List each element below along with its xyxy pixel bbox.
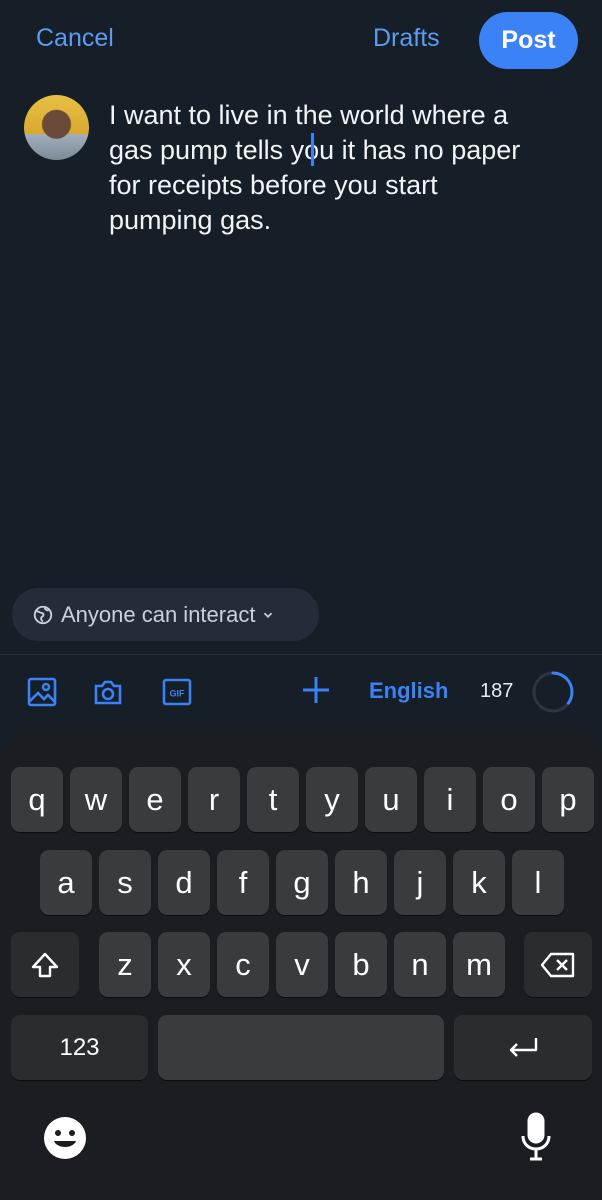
key-t[interactable]: t xyxy=(247,767,299,832)
backspace-key[interactable] xyxy=(524,932,592,997)
drafts-button[interactable]: Drafts xyxy=(373,24,440,53)
on-screen-keyboard: q w e r t y u i o p a s d f g h j k l z x c v b n m 123 xyxy=(0,730,602,1200)
key-z[interactable]: z xyxy=(99,932,151,997)
backspace-icon xyxy=(540,952,575,977)
key-f[interactable]: f xyxy=(217,850,269,915)
divider xyxy=(0,654,602,655)
key-n[interactable]: n xyxy=(394,932,446,997)
gif-icon[interactable]: GIF xyxy=(162,677,192,707)
key-x[interactable]: x xyxy=(158,932,210,997)
globe-icon xyxy=(33,605,53,624)
language-selector[interactable]: English xyxy=(369,678,448,704)
key-w[interactable]: w xyxy=(70,767,122,832)
microphone-icon[interactable] xyxy=(520,1112,552,1162)
key-m[interactable]: m xyxy=(453,932,505,997)
key-s[interactable]: s xyxy=(99,850,151,915)
post-button[interactable]: Post xyxy=(479,12,578,69)
character-count: 187 xyxy=(480,680,514,702)
key-q[interactable]: q xyxy=(11,767,63,832)
chevron-down-icon xyxy=(264,612,273,618)
space-key[interactable] xyxy=(158,1015,444,1080)
key-y[interactable]: y xyxy=(306,767,358,832)
compose-toolbar: GIF English 187 xyxy=(0,660,602,724)
key-v[interactable]: v xyxy=(276,932,328,997)
top-bar: Cancel Drafts Post xyxy=(0,0,602,82)
shift-key[interactable] xyxy=(11,932,79,997)
key-p[interactable]: p xyxy=(542,767,594,832)
key-h[interactable]: h xyxy=(335,850,387,915)
key-j[interactable]: j xyxy=(394,850,446,915)
key-o[interactable]: o xyxy=(483,767,535,832)
avatar[interactable] xyxy=(24,95,89,160)
return-icon xyxy=(509,1037,538,1057)
key-a[interactable]: a xyxy=(40,850,92,915)
audience-selector[interactable]: Anyone can interact xyxy=(12,588,319,641)
return-key[interactable] xyxy=(454,1015,592,1080)
key-d[interactable]: d xyxy=(158,850,210,915)
compose-text-input[interactable]: I want to live in the world where a gas … xyxy=(109,98,584,238)
key-i[interactable]: i xyxy=(424,767,476,832)
cancel-button[interactable]: Cancel xyxy=(36,24,114,53)
shift-icon xyxy=(31,952,59,977)
numbers-key[interactable]: 123 xyxy=(11,1015,148,1080)
camera-icon[interactable] xyxy=(93,677,123,707)
text-cursor xyxy=(311,133,314,166)
plus-icon[interactable] xyxy=(300,674,332,706)
emoji-icon[interactable] xyxy=(42,1115,88,1161)
progress-ring xyxy=(532,671,574,713)
key-e[interactable]: e xyxy=(129,767,181,832)
key-g[interactable]: g xyxy=(276,850,328,915)
key-l[interactable]: l xyxy=(512,850,564,915)
svg-text:GIF: GIF xyxy=(170,689,186,699)
image-icon[interactable] xyxy=(27,677,57,707)
key-b[interactable]: b xyxy=(335,932,387,997)
key-u[interactable]: u xyxy=(365,767,417,832)
key-k[interactable]: k xyxy=(453,850,505,915)
key-c[interactable]: c xyxy=(217,932,269,997)
audience-label: Anyone can interact xyxy=(61,601,256,627)
key-r[interactable]: r xyxy=(188,767,240,832)
